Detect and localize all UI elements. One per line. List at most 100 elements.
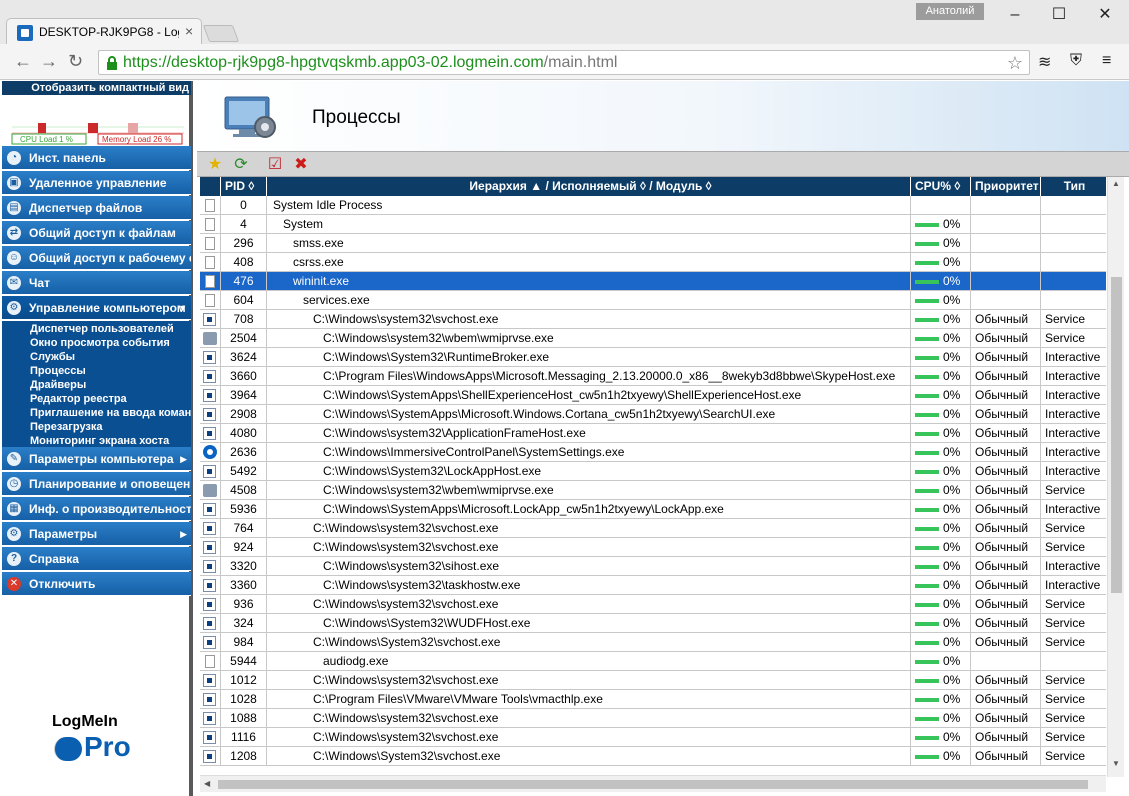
forward-icon[interactable]: → — [40, 51, 58, 72]
table-row[interactable]: 4 System 0% — [200, 215, 1106, 234]
table-row[interactable]: 3964 C:\Windows\SystemApps\ShellExperienc… — [200, 386, 1106, 405]
table-row[interactable]: 1012 C:\Windows\system32\svchost.exe 0% Обы… — [200, 671, 1106, 690]
table-row[interactable]: 3624 C:\Windows\System32\RuntimeBroker.ex… — [200, 348, 1106, 367]
type-cell — [1040, 652, 1106, 671]
priority-cell: Обычный — [970, 367, 1040, 386]
refresh-icon[interactable]: ⟳ — [231, 155, 251, 175]
submenu-item-reboot[interactable]: Перезагрузка — [2, 420, 191, 434]
menu-icon[interactable]: ≡ — [1102, 52, 1111, 70]
process-name-cell: C:\Program Files\VMware\VMware Tools\vma… — [266, 690, 910, 709]
kill-process-icon[interactable]: ✖ — [291, 155, 311, 175]
sidebar-item-disconnect[interactable]: ✕ Отключить — [2, 572, 191, 596]
horizontal-scrollbar[interactable]: ◀ — [200, 775, 1106, 792]
column-header-pid[interactable]: PID ◊ — [220, 177, 266, 196]
table-row[interactable]: 5944 audiodg.exe 0% — [200, 652, 1106, 671]
address-toolbar: ← → ↻ https://desktop-rjk9pg8-hpgtvqskmb… — [0, 44, 1129, 80]
table-row[interactable]: 2908 C:\Windows\SystemApps\Microsoft.Wind… — [200, 405, 1106, 424]
table-row[interactable]: 764 C:\Windows\system32\svchost.exe 0% Обыч… — [200, 519, 1106, 538]
submenu-item-processes[interactable]: Процессы — [2, 364, 191, 378]
vertical-scroll-thumb[interactable] — [1111, 277, 1122, 593]
sidebar-item-performance[interactable]: ▦ Инф. о производительности — [2, 497, 191, 521]
sidebar-item-dashboard[interactable]: ◔ Инст. панель — [2, 146, 191, 170]
cpu-usage-bar — [915, 451, 939, 455]
sidebar-item-chat[interactable]: ✉ Чат — [2, 271, 191, 295]
table-row[interactable]: 4080 C:\Windows\system32\ApplicationFrame… — [200, 424, 1106, 443]
table-row[interactable]: 4508 C:\Windows\system32\wbem\wmiprvse.ex… — [200, 481, 1106, 500]
table-row[interactable]: 1116 C:\Windows\system32\svchost.exe 0% Обы… — [200, 728, 1106, 747]
column-header-type[interactable]: Тип — [1040, 177, 1104, 196]
browser-tab[interactable]: DESKTOP-RJK9PG8 - LogM × — [6, 18, 202, 44]
vertical-scrollbar[interactable]: ▲ ▼ — [1107, 177, 1124, 777]
favorite-star-icon[interactable]: ★ — [205, 155, 225, 175]
scroll-up-icon[interactable]: ▲ — [1112, 179, 1120, 188]
url-input[interactable]: https://desktop-rjk9pg8-hpgtvqskmb.app03… — [98, 50, 1030, 75]
table-row[interactable]: 708 C:\Windows\system32\svchost.exe 0% Обыч… — [200, 310, 1106, 329]
table-row[interactable]: 924 C:\Windows\system32\svchost.exe 0% Обыч… — [200, 538, 1106, 557]
bookmark-star-icon[interactable]: ☆ — [1007, 53, 1023, 74]
submenu-item-drivers[interactable]: Драйверы — [2, 378, 191, 392]
sidebar-item-preferences[interactable]: ⚙ Параметры ▶ — [2, 522, 191, 546]
document-icon — [205, 218, 215, 231]
table-row[interactable]: 1208 C:\Windows\System32\svchost.exe 0% Обы… — [200, 747, 1106, 766]
close-window-icon[interactable]: ✕ — [1090, 6, 1120, 24]
table-row[interactable]: 296 smss.exe 0% — [200, 234, 1106, 253]
scroll-left-icon[interactable]: ◀ — [204, 779, 210, 788]
document-icon — [205, 294, 215, 307]
new-tab-button[interactable] — [202, 25, 240, 42]
cpu-usage-bar — [915, 337, 939, 341]
maximize-icon[interactable]: ☐ — [1044, 6, 1074, 24]
pid-cell: 1116 — [220, 728, 266, 747]
minimize-icon[interactable]: – — [1000, 6, 1030, 24]
table-row[interactable]: 1028 C:\Program Files\VMware\VMware Tools… — [200, 690, 1106, 709]
submenu-item-services[interactable]: Службы — [2, 350, 191, 364]
table-row[interactable]: 936 C:\Windows\system32\svchost.exe 0% Обыч… — [200, 595, 1106, 614]
table-row[interactable]: 5492 C:\Windows\System32\LockAppHost.exe 0… — [200, 462, 1106, 481]
table-row[interactable]: 3320 C:\Windows\system32\sihost.exe 0% Обыч… — [200, 557, 1106, 576]
cpu-usage-bar — [915, 584, 939, 588]
sidebar-item-desktop-sharing[interactable]: ☺Общий доступ к рабочему столу — [2, 246, 191, 270]
table-row[interactable]: 2636 C:\Windows\ImmersiveControlPanel\Sys… — [200, 443, 1106, 462]
table-row[interactable]: 3360 C:\Windows\system32\taskhostw.exe 0% О… — [200, 576, 1106, 595]
sidebar-item-remote-control[interactable]: ▣ Удаленное управление — [2, 171, 191, 195]
table-row[interactable]: 5936 C:\Windows\SystemApps\Microsoft.Lock… — [200, 500, 1106, 519]
sidebar-item-file-sharing[interactable]: ⇄ Общий доступ к файлам — [2, 221, 191, 245]
properties-check-icon[interactable]: ☑ — [265, 155, 285, 175]
table-row[interactable]: 476 wininit.exe 0% — [200, 272, 1106, 291]
submenu-item-user-manager[interactable]: Диспетчер пользователей — [2, 322, 191, 336]
compact-view-link[interactable]: Отобразить компактный вид — [2, 81, 191, 95]
priority-cell: Обычный — [970, 443, 1040, 462]
column-header-hierarchy[interactable]: Иерархия ▲ / Исполняемый ◊ / Модуль ◊ — [266, 177, 910, 196]
back-icon[interactable]: ← — [14, 51, 32, 72]
column-header-cpu[interactable]: CPU% ◊ — [910, 177, 970, 196]
cpu-cell: 0% — [910, 291, 970, 310]
table-row[interactable]: 604 services.exe 0% — [200, 291, 1106, 310]
table-row[interactable]: 2504 C:\Windows\system32\wbem\wmiprvse.ex… — [200, 329, 1106, 348]
table-row[interactable]: 324 C:\Windows\System32\WUDFHost.exe 0% Обы… — [200, 614, 1106, 633]
sidebar-item-scheduling[interactable]: ◷ Планирование и оповещения — [2, 472, 191, 496]
submenu-item-command-prompt[interactable]: Приглашение на ввода команды — [2, 406, 191, 420]
horizontal-scroll-thumb[interactable] — [218, 780, 1088, 789]
submenu-item-screen-monitoring[interactable]: Мониторинг экрана хоста — [2, 434, 191, 448]
extension-icon[interactable]: ⛨ — [1070, 52, 1082, 70]
reload-icon[interactable]: ↻ — [68, 51, 83, 72]
table-row[interactable]: 408 csrss.exe 0% — [200, 253, 1106, 272]
table-row[interactable]: 3660 C:\Program Files\WindowsApps\Microso… — [200, 367, 1106, 386]
priority-cell: Обычный — [970, 519, 1040, 538]
profile-button[interactable]: Анатолий — [916, 3, 984, 20]
table-row[interactable]: 984 C:\Windows\System32\svchost.exe 0% Обыч… — [200, 633, 1106, 652]
scroll-down-icon[interactable]: ▼ — [1112, 759, 1120, 768]
submenu-item-event-viewer[interactable]: Окно просмотра события — [2, 336, 191, 350]
service-icon — [203, 541, 216, 554]
table-row[interactable]: 0 System Idle Process — [200, 196, 1106, 215]
sidebar-item-computer-settings[interactable]: ✎ Параметры компьютера ▶ — [2, 447, 191, 471]
submenu-item-registry-editor[interactable]: Редактор реестра — [2, 392, 191, 406]
layers-extension-icon[interactable]: ≋ — [1038, 52, 1051, 72]
table-row[interactable]: 1088 C:\Windows\system32\svchost.exe 0% Обы… — [200, 709, 1106, 728]
sidebar-item-computer-management[interactable]: ⚙ Управление компьютером ▼ — [2, 296, 191, 320]
column-header-priority[interactable]: Приоритет — [970, 177, 1040, 196]
close-tab-icon[interactable]: × — [185, 23, 193, 39]
sidebar-item-help[interactable]: ? Справка — [2, 547, 191, 571]
row-icon-cell — [200, 424, 220, 443]
sidebar-item-file-manager[interactable]: ▤ Диспетчер файлов — [2, 196, 191, 220]
process-name-cell: C:\Windows\SystemApps\ShellExperienceHos… — [266, 386, 910, 405]
